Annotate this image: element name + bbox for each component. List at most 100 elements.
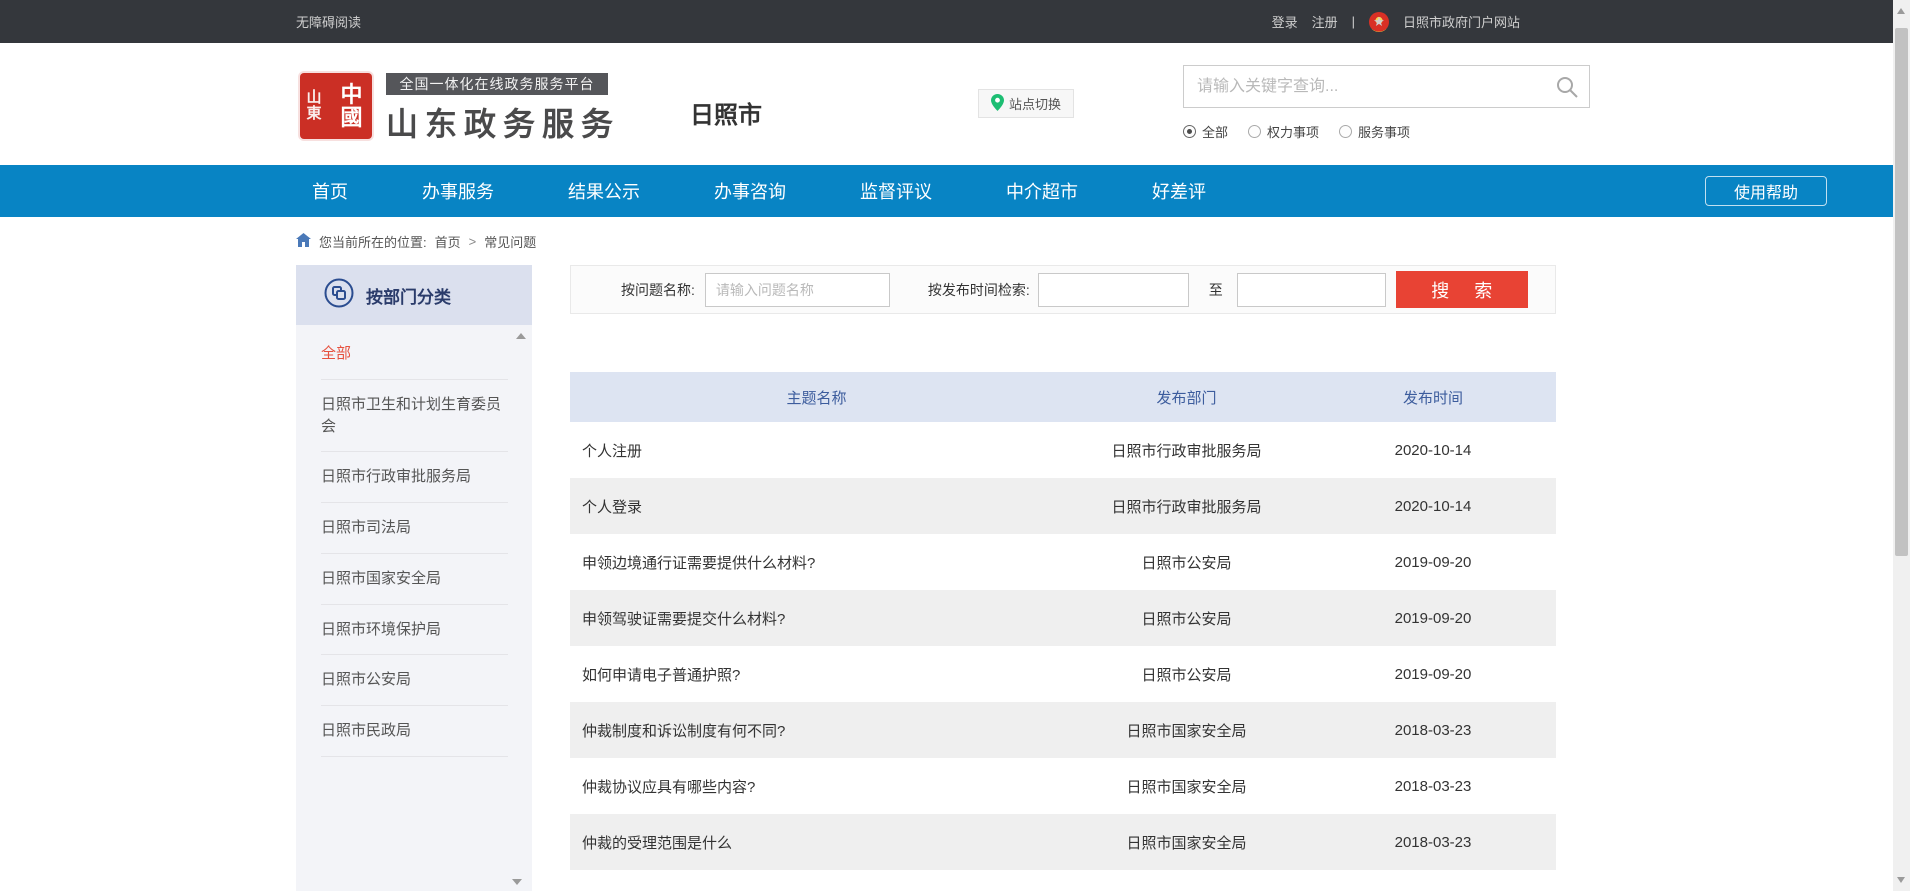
table-header-row: 主题名称 发布部门 发布时间 (570, 372, 1556, 422)
radio-icon (1183, 125, 1196, 138)
sidebar-scroll-up-icon[interactable] (516, 333, 526, 339)
cell-dept: 日照市国家安全局 (1063, 776, 1310, 797)
cell-dept: 日照市国家安全局 (1063, 832, 1310, 853)
table-row[interactable]: 申领驾驶证需要提交什么材料?日照市公安局2019-09-20 (570, 590, 1556, 646)
cell-date: 2020-10-14 (1310, 498, 1556, 515)
site-header: 山東 中國 全国一体化在线政务服务平台 山东政务服务 日照市 站点切换 全部权力… (0, 43, 1893, 165)
search-button[interactable]: 搜 索 (1396, 271, 1528, 308)
scrollbar-thumb[interactable] (1895, 28, 1908, 556)
radio-label: 权力事项 (1267, 122, 1319, 141)
main-nav: 首页 办事服务 结果公示 办事咨询 监督评议 中介超市 好差评 使用帮助 (0, 165, 1893, 217)
nav-item-0[interactable]: 首页 (296, 178, 364, 204)
cell-date: 2019-09-20 (1310, 666, 1556, 683)
category-icon (324, 278, 354, 313)
portal-link[interactable]: 日照市政府门户网站 (1403, 12, 1520, 31)
national-emblem-icon: ★ (1369, 12, 1389, 32)
breadcrumb-prefix: 您当前所在的位置: (319, 232, 427, 251)
search-icon[interactable] (1555, 75, 1579, 104)
search-scope-radio-1[interactable]: 权力事项 (1248, 122, 1319, 141)
table-row[interactable]: 仲裁的受理范围是什么日照市国家安全局2018-03-23 (570, 814, 1556, 870)
breadcrumb-home-link[interactable]: 首页 (435, 232, 461, 251)
faq-table: 主题名称 发布部门 发布时间 个人注册日照市行政审批服务局2020-10-14个… (570, 372, 1556, 870)
nav-item-5[interactable]: 中介超市 (990, 178, 1094, 204)
question-name-label: 按问题名称: (621, 280, 695, 300)
keyword-search-input[interactable] (1184, 66, 1589, 107)
nav-item-4[interactable]: 监督评议 (844, 178, 948, 204)
question-name-input[interactable] (705, 273, 890, 307)
sidebar-scroll-down-icon[interactable] (512, 879, 522, 885)
home-icon (296, 233, 311, 250)
date-range-label: 按发布时间检索: (928, 280, 1030, 300)
topbar-divider: | (1352, 14, 1355, 29)
breadcrumb-current: 常见问题 (484, 232, 536, 251)
sidebar-item-1[interactable]: 日照市卫生和计划生育委员会 (321, 380, 508, 453)
table-row[interactable]: 仲裁协议应具有哪些内容?日照市国家安全局2018-03-23 (570, 758, 1556, 814)
table-row[interactable]: 个人注册日照市行政审批服务局2020-10-14 (570, 422, 1556, 478)
table-row[interactable]: 仲裁制度和诉讼制度有何不同?日照市国家安全局2018-03-23 (570, 702, 1556, 758)
help-button[interactable]: 使用帮助 (1705, 176, 1827, 206)
search-scope-radio-2[interactable]: 服务事项 (1339, 122, 1410, 141)
scrollbar-up-icon[interactable] (1897, 8, 1905, 14)
cell-date: 2019-09-20 (1310, 610, 1556, 627)
nav-item-1[interactable]: 办事服务 (406, 178, 510, 204)
cell-title: 个人登录 (570, 496, 1063, 517)
register-link[interactable]: 注册 (1312, 12, 1338, 31)
cell-title: 如何申请电子普通护照? (570, 664, 1063, 685)
location-pin-icon (991, 94, 1004, 114)
cell-title: 申领边境通行证需要提供什么材料? (570, 552, 1063, 573)
date-to-label: 至 (1209, 280, 1223, 300)
sidebar-item-4[interactable]: 日照市国家安全局 (321, 554, 508, 605)
nav-item-3[interactable]: 办事咨询 (698, 178, 802, 204)
cell-dept: 日照市公安局 (1063, 664, 1310, 685)
cell-title: 仲裁制度和诉讼制度有何不同? (570, 720, 1063, 741)
date-to-input[interactable] (1237, 273, 1386, 307)
nav-item-2[interactable]: 结果公示 (552, 178, 656, 204)
login-link[interactable]: 登录 (1272, 12, 1298, 31)
radio-icon (1339, 125, 1352, 138)
cell-date: 2020-10-14 (1310, 442, 1556, 459)
site-switch-button[interactable]: 站点切换 (978, 89, 1074, 118)
col-header-title: 主题名称 (570, 387, 1063, 408)
top-utility-bar: 无障碍阅读 登录 注册 | ★ 日照市政府门户网站 (0, 0, 1893, 43)
nav-menu: 首页 办事服务 结果公示 办事咨询 监督评议 中介超市 好差评 (296, 165, 1556, 217)
cell-date: 2018-03-23 (1310, 722, 1556, 739)
col-header-date: 发布时间 (1310, 387, 1556, 408)
brand-title: 山东政务服务 (386, 99, 620, 145)
sidebar-title: 按部门分类 (366, 283, 451, 308)
table-body: 个人注册日照市行政审批服务局2020-10-14个人登录日照市行政审批服务局20… (570, 422, 1556, 870)
cell-dept: 日照市行政审批服务局 (1063, 496, 1310, 517)
faq-content: 按问题名称: 按发布时间检索: 至 搜 索 主题名称 发布部门 发布时间 个人注… (570, 265, 1556, 314)
sidebar-item-5[interactable]: 日照市环境保护局 (321, 605, 508, 656)
cell-date: 2018-03-23 (1310, 834, 1556, 851)
cell-dept: 日照市公安局 (1063, 608, 1310, 629)
nav-item-6[interactable]: 好差评 (1136, 178, 1222, 204)
table-row[interactable]: 申领边境通行证需要提供什么材料?日照市公安局2019-09-20 (570, 534, 1556, 590)
radio-label: 全部 (1202, 122, 1228, 141)
radio-label: 服务事项 (1358, 122, 1410, 141)
department-sidebar: 按部门分类 全部日照市卫生和计划生育委员会日照市行政审批服务局日照市司法局日照市… (296, 265, 532, 891)
table-row[interactable]: 个人登录日照市行政审批服务局2020-10-14 (570, 478, 1556, 534)
cell-dept: 日照市国家安全局 (1063, 720, 1310, 741)
sidebar-item-0[interactable]: 全部 (321, 329, 508, 380)
page-scrollbar[interactable] (1893, 0, 1910, 891)
sidebar-item-7[interactable]: 日照市民政局 (321, 706, 508, 757)
cell-title: 个人注册 (570, 440, 1063, 461)
sidebar-item-3[interactable]: 日照市司法局 (321, 503, 508, 554)
cell-dept: 日照市公安局 (1063, 552, 1310, 573)
site-logo[interactable]: 山東 中國 全国一体化在线政务服务平台 山东政务服务 (300, 73, 620, 145)
keyword-search-box (1183, 65, 1590, 108)
cell-dept: 日照市行政审批服务局 (1063, 440, 1310, 461)
accessibility-link[interactable]: 无障碍阅读 (296, 12, 361, 31)
date-from-input[interactable] (1038, 273, 1189, 307)
sidebar-item-2[interactable]: 日照市行政审批服务局 (321, 452, 508, 503)
page: 无障碍阅读 登录 注册 | ★ 日照市政府门户网站 山東 中國 全国一体化在线政… (0, 0, 1910, 891)
radio-icon (1248, 125, 1261, 138)
table-row[interactable]: 如何申请电子普通护照?日照市公安局2019-09-20 (570, 646, 1556, 702)
col-header-dept: 发布部门 (1063, 387, 1310, 408)
scrollbar-down-icon[interactable] (1897, 877, 1905, 883)
cell-title: 仲裁协议应具有哪些内容? (570, 776, 1063, 797)
cell-title: 仲裁的受理范围是什么 (570, 832, 1063, 853)
sidebar-item-6[interactable]: 日照市公安局 (321, 655, 508, 706)
search-scope-radio-0[interactable]: 全部 (1183, 122, 1228, 141)
sidebar-header: 按部门分类 (296, 265, 532, 325)
